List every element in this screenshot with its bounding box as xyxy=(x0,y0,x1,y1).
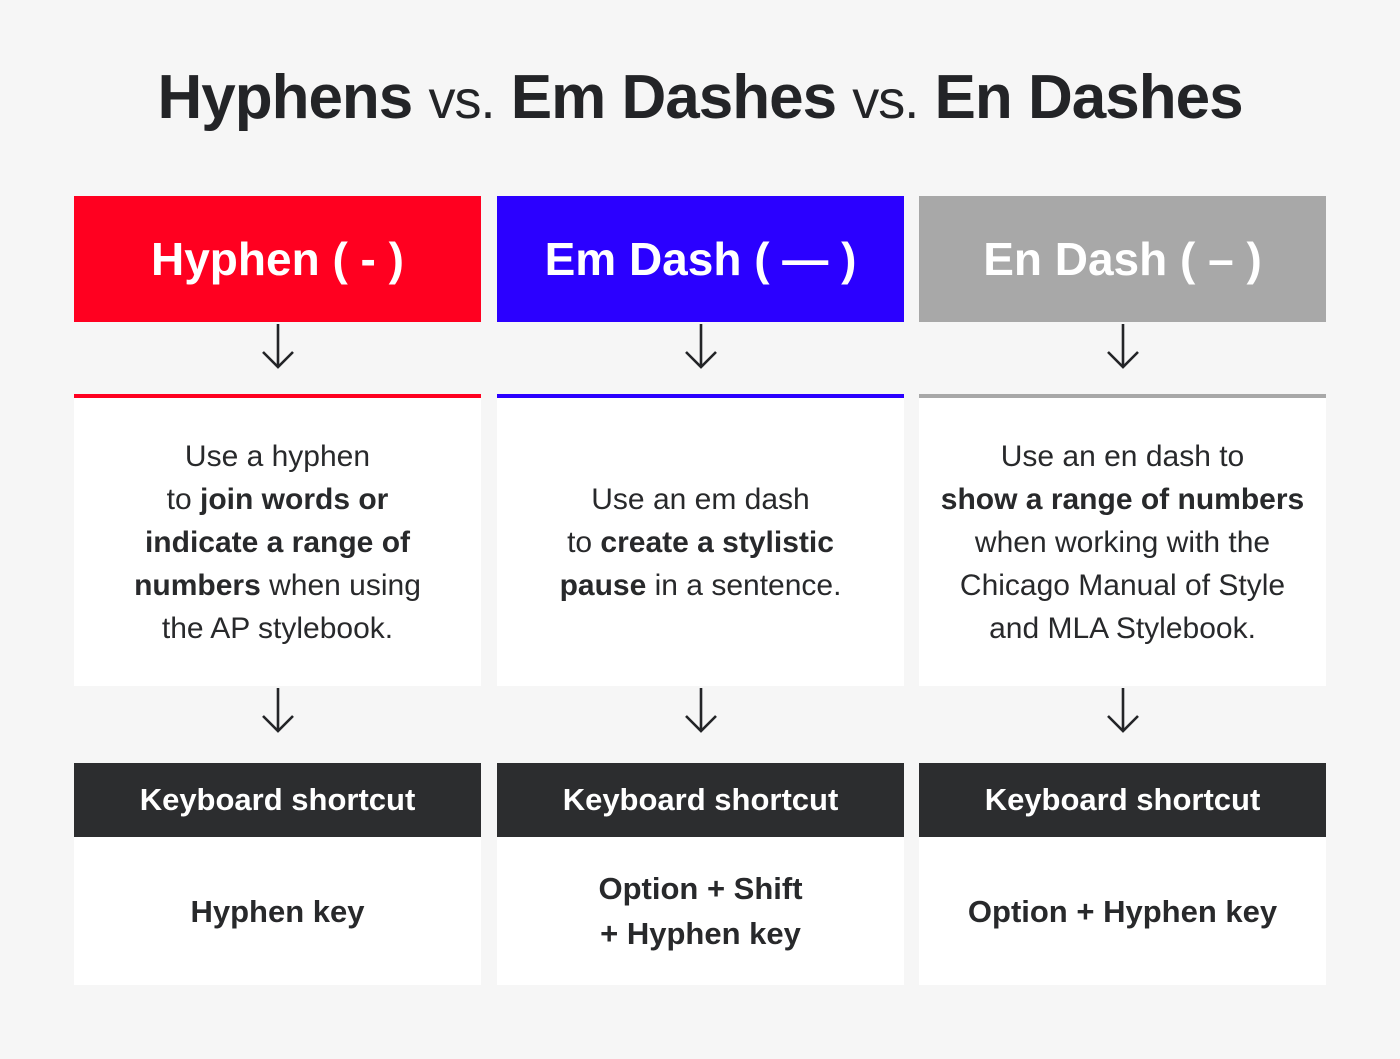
column-header: En Dash ( – ) xyxy=(919,196,1326,322)
description-segment: to xyxy=(166,482,200,516)
description-segment: when working with the xyxy=(974,525,1271,559)
description-segment: and MLA Stylebook. xyxy=(989,611,1256,645)
description-box: Use an en dash to show a range of numbers… xyxy=(919,394,1326,686)
description-emphasis: join words or xyxy=(200,482,389,516)
shortcut-line: + Hyphen key xyxy=(600,916,801,951)
description-emphasis: pause xyxy=(559,568,647,602)
arrow-down-icon xyxy=(684,688,718,734)
arrow-down-icon xyxy=(1106,688,1140,734)
keyboard-shortcut-label: Keyboard shortcut xyxy=(497,763,904,837)
keyboard-shortcut-value: Hyphen key xyxy=(74,837,481,985)
keyboard-shortcut-value: Option + Hyphen key xyxy=(919,837,1326,985)
title-hyphens: Hyphens xyxy=(157,63,413,132)
description-segment: in a sentence. xyxy=(646,568,842,602)
column-em-dash: Em Dash ( — ) Use an em dash to create a … xyxy=(497,196,904,985)
title-vs: vs. xyxy=(428,70,496,130)
description-segment: Use an em dash xyxy=(591,482,810,516)
arrow-down-icon xyxy=(261,324,295,370)
description-text: Use an en dash to show a range of numbers… xyxy=(931,435,1314,650)
arrow-down-icon xyxy=(684,324,718,370)
description-segment: Chicago Manual of Style xyxy=(959,568,1286,602)
description-segment: the AP stylebook. xyxy=(161,611,394,645)
description-text: Use a hyphen to join words or indicate a r… xyxy=(124,435,431,650)
keyboard-shortcut-value: Option + Shift + Hyphen key xyxy=(497,837,904,985)
shortcut-line: Option + Hyphen key xyxy=(967,893,1278,929)
column-hyphen: Hyphen ( - ) Use a hyphen to join words o… xyxy=(74,196,481,985)
description-text: Use an em dash to create a stylistic pause… xyxy=(550,478,852,607)
shortcut-line: Option + Shift xyxy=(598,871,803,906)
description-segment: when using xyxy=(260,568,421,602)
column-header: Em Dash ( — ) xyxy=(497,196,904,322)
column-en-dash: En Dash ( – ) Use an en dash to show a ra… xyxy=(919,196,1326,985)
description-box: Use an em dash to create a stylistic pause… xyxy=(497,394,904,686)
page-title: Hyphens vs. Em Dashes vs. En Dashes xyxy=(0,62,1400,133)
title-vs: vs. xyxy=(852,70,919,130)
title-en-dashes: En Dashes xyxy=(934,63,1244,132)
description-emphasis: show a range of numbers xyxy=(940,482,1305,516)
keyboard-shortcut-label: Keyboard shortcut xyxy=(919,763,1326,837)
column-header: Hyphen ( - ) xyxy=(74,196,481,322)
description-emphasis: create a stylistic xyxy=(600,525,834,559)
description-segment: to xyxy=(567,525,601,559)
arrow-down-icon xyxy=(261,688,295,734)
description-emphasis: numbers xyxy=(134,568,261,602)
shortcut-line: Hyphen key xyxy=(190,893,365,929)
description-segment: Use an en dash to xyxy=(1000,439,1245,473)
title-em-dashes: Em Dashes xyxy=(510,63,837,132)
description-box: Use a hyphen to join words or indicate a r… xyxy=(74,394,481,686)
keyboard-shortcut-label: Keyboard shortcut xyxy=(74,763,481,837)
description-segment: Use a hyphen xyxy=(184,439,371,473)
description-emphasis: indicate a range of xyxy=(144,525,411,559)
arrow-down-icon xyxy=(1106,324,1140,370)
